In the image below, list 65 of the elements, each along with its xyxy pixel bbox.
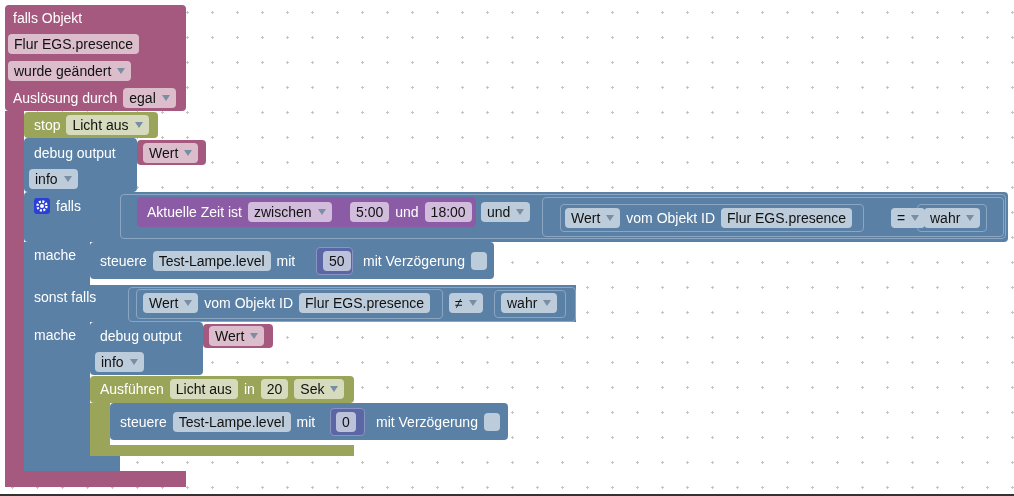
dropdown[interactable]: und (481, 202, 531, 222)
block-label: steuere (120, 412, 167, 432)
dropdown-arrow-icon (330, 386, 339, 392)
dropdown-arrow-icon (63, 176, 72, 182)
text-field[interactable]: 18:00 (424, 202, 472, 222)
block-label: falls (56, 196, 81, 216)
dropdown[interactable]: ≠ (449, 293, 483, 313)
block-label: debug output (34, 143, 116, 163)
text-field[interactable]: Flur EGS.presence (299, 293, 431, 313)
gear-icon[interactable] (34, 198, 50, 214)
dropdown-arrow-icon (543, 300, 552, 306)
text-field[interactable]: 0 (336, 412, 356, 432)
dropdown[interactable]: Wert (143, 143, 199, 163)
block-label: und (395, 202, 419, 222)
text-field[interactable]: Flur EGS.presence (721, 208, 853, 228)
dropdown[interactable]: info (95, 352, 144, 372)
text-field[interactable]: 50 (323, 251, 351, 271)
block-label: stop (34, 115, 61, 135)
dropdown[interactable]: = (891, 208, 926, 228)
text-field[interactable]: 5:00 (350, 202, 390, 222)
block-label: debug output (100, 326, 182, 346)
block-label: mit Verzögerung (376, 412, 478, 432)
block-label: Auslösung durch (13, 88, 118, 108)
dropdown[interactable]: egal (123, 88, 176, 108)
text-field[interactable]: Licht aus (169, 379, 238, 399)
dropdown[interactable]: wahr (501, 293, 558, 313)
block-label: sonst falls (34, 287, 97, 307)
block-label: Aktuelle Zeit ist (147, 202, 242, 222)
dropdown-arrow-icon (966, 215, 975, 221)
text-field[interactable]: Flur EGS.presence (8, 34, 140, 54)
text-field[interactable]: 20 (260, 379, 289, 399)
dropdown[interactable]: Wert (143, 293, 199, 313)
dropdown-arrow-icon (250, 333, 259, 339)
dropdown-arrow-icon (161, 95, 170, 101)
dropdown[interactable]: info (29, 169, 78, 189)
dropdown[interactable]: Sek (294, 379, 345, 399)
dropdown-arrow-icon (117, 68, 126, 74)
block-label: vom Objekt ID (204, 293, 293, 313)
block-label: falls Objekt (13, 8, 83, 28)
text-field[interactable]: Test-Lampe.level (152, 251, 271, 271)
block-label: mit (296, 412, 316, 432)
block-label: in (243, 379, 255, 399)
dropdown[interactable]: Wert (565, 208, 621, 228)
block-label: steuere (100, 251, 147, 271)
dropdown-arrow-icon (184, 300, 193, 306)
dropdown[interactable]: wahr (924, 208, 981, 228)
dropdown[interactable]: Wert (209, 326, 265, 346)
block-label: Ausführen (100, 379, 164, 399)
dropdown[interactable]: zwischen (247, 202, 332, 222)
dropdown-arrow-icon (606, 215, 615, 221)
dropdown-arrow-icon (911, 215, 920, 221)
block-label: mache (34, 245, 77, 265)
block-label: vom Objekt ID (626, 208, 715, 228)
dropdown-arrow-icon (134, 122, 143, 128)
dropdown-arrow-icon (317, 209, 326, 215)
dropdown[interactable]: wurde geändert (8, 61, 132, 81)
block-label: mit (276, 251, 296, 271)
dropdown-arrow-icon (184, 150, 193, 156)
text-field[interactable]: Test-Lampe.level (172, 412, 291, 432)
dropdown-arrow-icon (129, 359, 138, 365)
dropdown-arrow-icon (468, 300, 477, 306)
dropdown-arrow-icon (516, 209, 525, 215)
dropdown[interactable]: Licht aus (66, 115, 149, 135)
block-label: mache (34, 325, 77, 345)
block-label: mit Verzögerung (363, 251, 465, 271)
